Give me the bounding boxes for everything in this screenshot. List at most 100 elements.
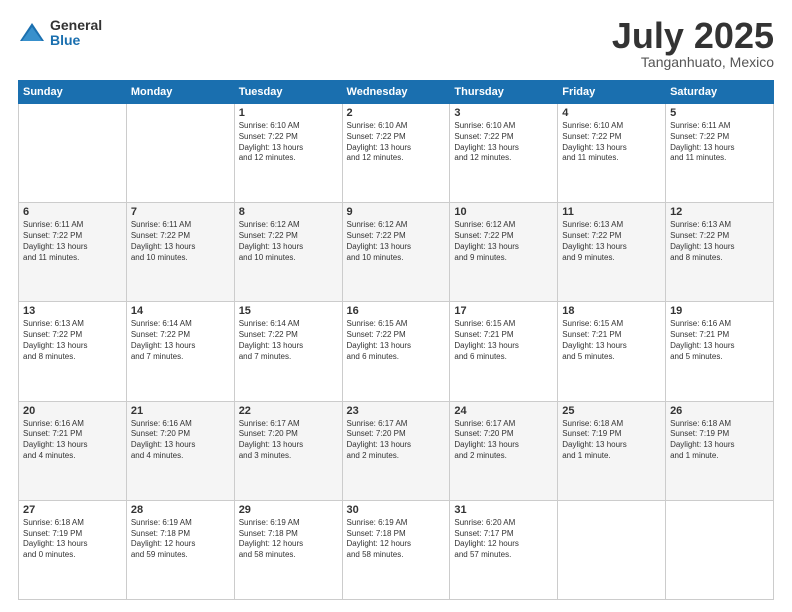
day-number: 10 — [454, 206, 553, 218]
day-number: 23 — [347, 405, 446, 417]
day-number: 2 — [347, 107, 446, 119]
day-info: Sunrise: 6:14 AM Sunset: 7:22 PM Dayligh… — [239, 319, 338, 362]
weekday-header-saturday: Saturday — [666, 81, 774, 104]
calendar-cell — [666, 500, 774, 599]
day-number: 25 — [562, 405, 661, 417]
day-number: 16 — [347, 305, 446, 317]
logo: General Blue — [18, 18, 102, 49]
day-number: 24 — [454, 405, 553, 417]
weekday-header-thursday: Thursday — [450, 81, 558, 104]
day-info: Sunrise: 6:12 AM Sunset: 7:22 PM Dayligh… — [347, 220, 446, 263]
calendar-cell: 27Sunrise: 6:18 AM Sunset: 7:19 PM Dayli… — [19, 500, 127, 599]
calendar-cell — [558, 500, 666, 599]
day-number: 20 — [23, 405, 122, 417]
day-info: Sunrise: 6:11 AM Sunset: 7:22 PM Dayligh… — [670, 121, 769, 164]
calendar: SundayMondayTuesdayWednesdayThursdayFrid… — [18, 80, 774, 600]
calendar-cell: 7 Sunrise: 6:11 AM Sunset: 7:22 PM Daylig… — [126, 203, 234, 302]
calendar-cell: 1 Sunrise: 6:10 AM Sunset: 7:22 PM Daylig… — [234, 104, 342, 203]
calendar-cell — [126, 104, 234, 203]
day-info: Sunrise: 6:11 AM Sunset: 7:22 PM Dayligh… — [131, 220, 230, 263]
day-info: Sunrise: 6:12 AM Sunset: 7:22 PM Dayligh… — [239, 220, 338, 263]
calendar-cell: 16 Sunrise: 6:15 AM Sunset: 7:22 PM Dayli… — [342, 302, 450, 401]
calendar-cell: 8Sunrise: 6:12 AM Sunset: 7:22 PM Daylig… — [234, 203, 342, 302]
calendar-cell: 25 Sunrise: 6:18 AM Sunset: 7:19 PM Dayli… — [558, 401, 666, 500]
day-number: 22 — [239, 405, 338, 417]
calendar-week-2: 6 Sunrise: 6:11 AM Sunset: 7:22 PM Daylig… — [19, 203, 774, 302]
calendar-cell: 4Sunrise: 6:10 AM Sunset: 7:22 PM Daylig… — [558, 104, 666, 203]
location: Tanganhuato, Mexico — [612, 54, 774, 70]
calendar-cell — [19, 104, 127, 203]
calendar-cell: 5 Sunrise: 6:11 AM Sunset: 7:22 PM Daylig… — [666, 104, 774, 203]
calendar-week-4: 20 Sunrise: 6:16 AM Sunset: 7:21 PM Dayli… — [19, 401, 774, 500]
day-number: 28 — [131, 504, 230, 516]
day-number: 1 — [239, 107, 338, 119]
day-number: 11 — [562, 206, 661, 218]
day-info: Sunrise: 6:10 AM Sunset: 7:22 PM Dayligh… — [239, 121, 338, 164]
day-info: Sunrise: 6:16 AM Sunset: 7:21 PM Dayligh… — [670, 319, 769, 362]
day-number: 12 — [670, 206, 769, 218]
day-info: Sunrise: 6:18 AM Sunset: 7:19 PM Dayligh… — [670, 419, 769, 462]
day-info: Sunrise: 6:20 AM Sunset: 7:17 PM Dayligh… — [454, 518, 553, 561]
day-info: Sunrise: 6:15 AM Sunset: 7:21 PM Dayligh… — [562, 319, 661, 362]
day-info: Sunrise: 6:17 AM Sunset: 7:20 PM Dayligh… — [454, 419, 553, 462]
calendar-cell: 31 Sunrise: 6:20 AM Sunset: 7:17 PM Dayli… — [450, 500, 558, 599]
weekday-header-row: SundayMondayTuesdayWednesdayThursdayFrid… — [19, 81, 774, 104]
calendar-cell: 9 Sunrise: 6:12 AM Sunset: 7:22 PM Daylig… — [342, 203, 450, 302]
calendar-cell: 2 Sunrise: 6:10 AM Sunset: 7:22 PM Daylig… — [342, 104, 450, 203]
title-block: July 2025 Tanganhuato, Mexico — [612, 18, 774, 70]
day-info: Sunrise: 6:15 AM Sunset: 7:21 PM Dayligh… — [454, 319, 553, 362]
day-info: Sunrise: 6:16 AM Sunset: 7:21 PM Dayligh… — [23, 419, 122, 462]
day-info: Sunrise: 6:11 AM Sunset: 7:22 PM Dayligh… — [23, 220, 122, 263]
day-number: 6 — [23, 206, 122, 218]
weekday-header-sunday: Sunday — [19, 81, 127, 104]
calendar-cell: 28Sunrise: 6:19 AM Sunset: 7:18 PM Dayli… — [126, 500, 234, 599]
day-number: 14 — [131, 305, 230, 317]
day-number: 15 — [239, 305, 338, 317]
day-number: 21 — [131, 405, 230, 417]
calendar-cell: 12 Sunrise: 6:13 AM Sunset: 7:22 PM Dayli… — [666, 203, 774, 302]
day-number: 29 — [239, 504, 338, 516]
day-info: Sunrise: 6:10 AM Sunset: 7:22 PM Dayligh… — [562, 121, 661, 164]
calendar-cell: 30Sunrise: 6:19 AM Sunset: 7:18 PM Dayli… — [342, 500, 450, 599]
logo-text: General Blue — [50, 18, 102, 49]
day-info: Sunrise: 6:13 AM Sunset: 7:22 PM Dayligh… — [670, 220, 769, 263]
day-info: Sunrise: 6:16 AM Sunset: 7:20 PM Dayligh… — [131, 419, 230, 462]
calendar-week-1: 1 Sunrise: 6:10 AM Sunset: 7:22 PM Daylig… — [19, 104, 774, 203]
day-number: 31 — [454, 504, 553, 516]
calendar-cell: 6 Sunrise: 6:11 AM Sunset: 7:22 PM Daylig… — [19, 203, 127, 302]
logo-blue: Blue — [50, 33, 102, 48]
day-number: 9 — [347, 206, 446, 218]
calendar-cell: 13 Sunrise: 6:13 AM Sunset: 7:22 PM Dayli… — [19, 302, 127, 401]
day-number: 18 — [562, 305, 661, 317]
calendar-cell: 3Sunrise: 6:10 AM Sunset: 7:22 PM Daylig… — [450, 104, 558, 203]
calendar-cell: 22 Sunrise: 6:17 AM Sunset: 7:20 PM Dayli… — [234, 401, 342, 500]
day-info: Sunrise: 6:10 AM Sunset: 7:22 PM Dayligh… — [347, 121, 446, 164]
calendar-cell: 24 Sunrise: 6:17 AM Sunset: 7:20 PM Dayli… — [450, 401, 558, 500]
day-info: Sunrise: 6:13 AM Sunset: 7:22 PM Dayligh… — [562, 220, 661, 263]
calendar-cell: 14 Sunrise: 6:14 AM Sunset: 7:22 PM Dayli… — [126, 302, 234, 401]
day-info: Sunrise: 6:10 AM Sunset: 7:22 PM Dayligh… — [454, 121, 553, 164]
calendar-cell: 15 Sunrise: 6:14 AM Sunset: 7:22 PM Dayli… — [234, 302, 342, 401]
day-info: Sunrise: 6:12 AM Sunset: 7:22 PM Dayligh… — [454, 220, 553, 263]
page: General Blue July 2025 Tanganhuato, Mexi… — [0, 0, 792, 612]
day-info: Sunrise: 6:17 AM Sunset: 7:20 PM Dayligh… — [239, 419, 338, 462]
calendar-cell: 26Sunrise: 6:18 AM Sunset: 7:19 PM Dayli… — [666, 401, 774, 500]
day-info: Sunrise: 6:13 AM Sunset: 7:22 PM Dayligh… — [23, 319, 122, 362]
calendar-cell: 18 Sunrise: 6:15 AM Sunset: 7:21 PM Dayli… — [558, 302, 666, 401]
weekday-header-tuesday: Tuesday — [234, 81, 342, 104]
day-number: 5 — [670, 107, 769, 119]
logo-general: General — [50, 18, 102, 33]
day-number: 30 — [347, 504, 446, 516]
calendar-week-3: 13 Sunrise: 6:13 AM Sunset: 7:22 PM Dayli… — [19, 302, 774, 401]
day-number: 7 — [131, 206, 230, 218]
weekday-header-friday: Friday — [558, 81, 666, 104]
day-info: Sunrise: 6:18 AM Sunset: 7:19 PM Dayligh… — [562, 419, 661, 462]
day-info: Sunrise: 6:14 AM Sunset: 7:22 PM Dayligh… — [131, 319, 230, 362]
calendar-cell: 29Sunrise: 6:19 AM Sunset: 7:18 PM Dayli… — [234, 500, 342, 599]
day-number: 17 — [454, 305, 553, 317]
calendar-cell: 20 Sunrise: 6:16 AM Sunset: 7:21 PM Dayli… — [19, 401, 127, 500]
day-info: Sunrise: 6:15 AM Sunset: 7:22 PM Dayligh… — [347, 319, 446, 362]
weekday-header-wednesday: Wednesday — [342, 81, 450, 104]
day-number: 13 — [23, 305, 122, 317]
day-number: 27 — [23, 504, 122, 516]
